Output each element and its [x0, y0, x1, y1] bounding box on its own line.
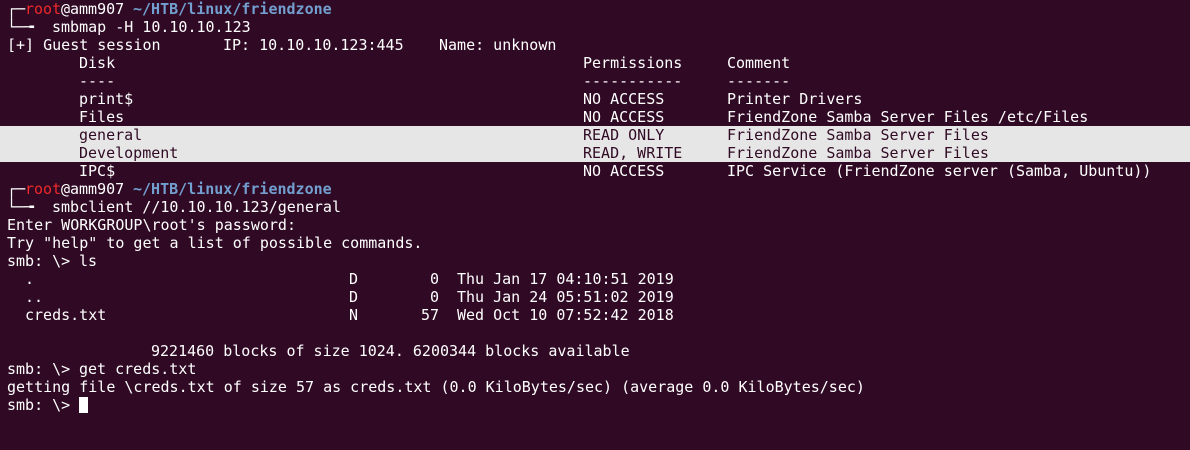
share-disk: print$	[79, 90, 134, 108]
smb-command: ls	[79, 252, 98, 270]
share-row: print$ NO ACCESS Printer Drivers	[0, 90, 1190, 108]
share-permissions: READ ONLY	[583, 126, 665, 144]
terminal-window[interactable]: ┌─ root @ amm907 ~/HTB/linux/friendzone └─╼ s…	[0, 0, 1190, 417]
share-disk: Files	[79, 108, 125, 126]
file-date: Thu Jan 24 05:51:02 2019	[457, 288, 674, 306]
file-size: 0	[429, 288, 439, 306]
file-type: N	[349, 306, 359, 324]
share-comment: FriendZone Samba Server Files /etc/Files	[727, 108, 1089, 126]
share-row: Files NO ACCESS FriendZone Samba Server Fi…	[0, 108, 1190, 126]
output-line: getting file \creds.txt of size 57 as cr…	[0, 378, 1190, 396]
prompt-host: amm907	[70, 180, 125, 198]
share-disk: IPC$	[79, 162, 116, 180]
share-comment: Printer Drivers	[727, 90, 863, 108]
get-result: getting file \creds.txt of size 57 as cr…	[7, 378, 865, 396]
prompt-path: ~/HTB/linux/friendzone	[133, 0, 332, 18]
prompt-line: ┌─ root @ amm907 ~/HTB/linux/friendzone	[0, 180, 1190, 198]
command-line: └─╼ smbmap -H 10.10.10.123	[0, 18, 1190, 36]
prompt-at: @	[61, 0, 71, 18]
session-status: [+] Guest session	[7, 36, 161, 54]
command-text: smbclient //10.10.10.123/general	[52, 198, 341, 216]
smb-prompt: smb: \>	[7, 360, 71, 378]
share-permissions: NO ACCESS	[583, 162, 665, 180]
file-date: Wed Oct 10 07:52:42 2018	[457, 306, 674, 324]
command-text: smbmap -H 10.10.10.123	[52, 18, 251, 36]
file-size: 57	[420, 306, 439, 324]
prompt-corner-bottom: └─╼	[7, 198, 35, 216]
header-permissions: Permissions	[583, 54, 683, 72]
prompt-corner-bottom: └─╼	[7, 18, 35, 36]
blocks-info: 9221460 blocks of size 1024. 6200344 blo…	[151, 342, 630, 360]
smb-prompt: smb: \>	[7, 396, 71, 414]
password-prompt: Enter WORKGROUP\root's password:	[7, 216, 296, 234]
smb-input-line[interactable]: smb: \>	[0, 396, 1190, 414]
share-comment: FriendZone Samba Server Files	[727, 126, 989, 144]
text-cursor[interactable]	[79, 396, 88, 414]
session-line: [+] Guest session IP: 10.10.10.123:445 Nam…	[0, 36, 1190, 54]
share-table-header: Disk Permissions Comment	[0, 54, 1190, 72]
share-permissions: NO ACCESS	[583, 108, 665, 126]
file-row: creds.txt N 57 Wed Oct 10 07:52:42 2018	[0, 306, 1190, 324]
smb-prompt: smb: \>	[7, 252, 71, 270]
share-table-divider: ---- ----------- -------	[0, 72, 1190, 90]
prompt-user: root	[25, 0, 62, 18]
header-comment: Comment	[727, 54, 791, 72]
share-comment: FriendZone Samba Server Files	[727, 144, 989, 162]
share-comment: IPC Service (FriendZone server (Samba, U…	[727, 162, 1152, 180]
prompt-path: ~/HTB/linux/friendzone	[133, 180, 332, 198]
share-row: IPC$ NO ACCESS IPC Service (FriendZone ser…	[0, 162, 1190, 180]
share-row-selected[interactable]: general READ ONLY FriendZone Samba Server …	[0, 126, 1190, 144]
share-permissions: READ, WRITE	[583, 144, 683, 162]
smb-command-line: smb: \> ls	[0, 252, 1190, 270]
output-line: 9221460 blocks of size 1024. 6200344 blo…	[0, 342, 1190, 360]
file-name: ..	[25, 288, 44, 306]
divider-disk: ----	[79, 72, 116, 90]
header-disk: Disk	[79, 54, 116, 72]
prompt-corner-top: ┌─	[7, 180, 26, 198]
file-row: .. D 0 Thu Jan 24 05:51:02 2019	[0, 288, 1190, 306]
prompt-corner-top: ┌─	[7, 0, 26, 18]
file-row: . D 0 Thu Jan 17 04:10:51 2019	[0, 270, 1190, 288]
file-size: 0	[429, 270, 439, 288]
smb-command: get creds.txt	[79, 360, 197, 378]
smb-command-line: smb: \> get creds.txt	[0, 360, 1190, 378]
divider-permissions: -----------	[583, 72, 683, 90]
file-type: D	[349, 288, 359, 306]
file-name: .	[25, 270, 35, 288]
prompt-at: @	[61, 180, 71, 198]
share-permissions: NO ACCESS	[583, 90, 665, 108]
file-name: creds.txt	[25, 306, 107, 324]
share-disk: Development	[79, 144, 179, 162]
share-disk: general	[79, 126, 143, 144]
session-ip: IP: 10.10.10.123:445	[223, 36, 404, 54]
file-type: D	[349, 270, 359, 288]
output-line: Enter WORKGROUP\root's password:	[0, 216, 1190, 234]
prompt-line: ┌─ root @ amm907 ~/HTB/linux/friendzone	[0, 0, 1190, 18]
output-line: Try "help" to get a list of possible com…	[0, 234, 1190, 252]
help-hint: Try "help" to get a list of possible com…	[7, 234, 423, 252]
session-name: Name: unknown	[439, 36, 557, 54]
prompt-user: root	[25, 180, 62, 198]
file-date: Thu Jan 17 04:10:51 2019	[457, 270, 674, 288]
command-line: └─╼ smbclient //10.10.10.123/general	[0, 198, 1190, 216]
prompt-host: amm907	[70, 0, 125, 18]
divider-comment: -------	[727, 72, 791, 90]
share-row-selected[interactable]: Development READ, WRITE FriendZone Samba S…	[0, 144, 1190, 162]
